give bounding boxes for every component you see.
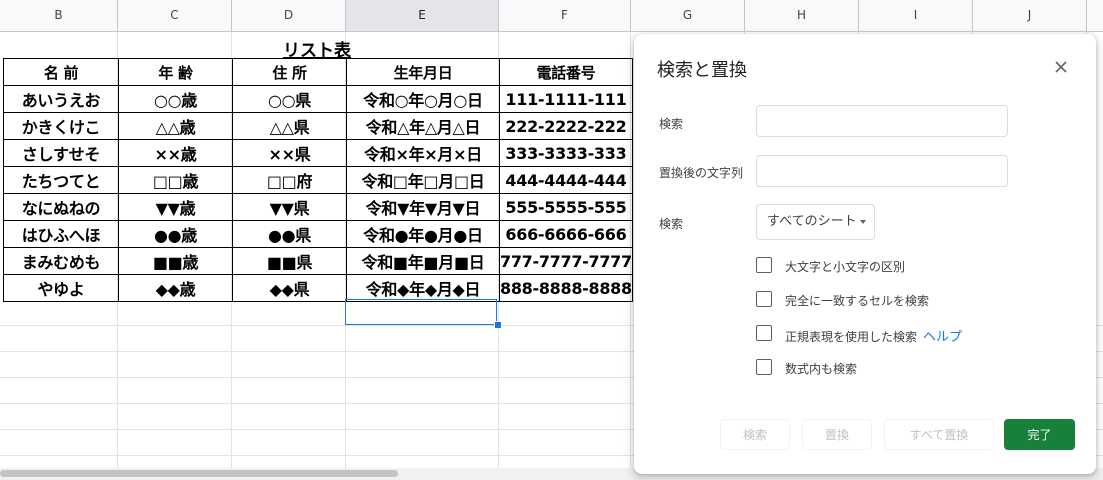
- header-age[interactable]: 年 齢: [118, 58, 233, 86]
- table-cell[interactable]: まみむめも: [3, 247, 119, 275]
- table-row: さしすせそ ××歳 ××県 令和×年×月×日 333-3333-333: [3, 139, 633, 167]
- table-row: やゆよ ◆◆歳 ◆◆県 令和◆年◆月◆日 888-8888-8888: [3, 274, 633, 302]
- match-case-checkbox[interactable]: [756, 257, 772, 273]
- table-cell[interactable]: 555-5555-555: [499, 193, 633, 221]
- scope-select[interactable]: すべてのシート: [756, 204, 875, 240]
- table-cell[interactable]: なにぬねの: [3, 193, 119, 221]
- active-cell-selection[interactable]: [345, 299, 497, 325]
- table-cell[interactable]: □□歳: [118, 166, 233, 194]
- table-cell[interactable]: 令和□年□月□日: [346, 166, 500, 194]
- table-cell[interactable]: ▼▼県: [232, 193, 347, 221]
- table-cell[interactable]: □□府: [232, 166, 347, 194]
- column-header-c[interactable]: C: [118, 0, 232, 31]
- table-cell[interactable]: ●●歳: [118, 220, 233, 248]
- table-cell[interactable]: 令和△年△月△日: [346, 112, 500, 140]
- table-row: たちつてと □□歳 □□府 令和□年□月□日 444-4444-444: [3, 166, 633, 194]
- table-cell[interactable]: ●●県: [232, 220, 347, 248]
- match-entire-cell-checkbox[interactable]: [756, 291, 772, 307]
- dialog-title: 検索と置換: [657, 60, 747, 81]
- table-cell[interactable]: ××県: [232, 139, 347, 167]
- scope-select-value: すべてのシート: [767, 214, 857, 229]
- replace-input[interactable]: [756, 155, 1008, 187]
- table-cell[interactable]: 令和▼年▼月▼日: [346, 193, 500, 221]
- table-cell[interactable]: △△県: [232, 112, 347, 140]
- column-header-g[interactable]: G: [631, 0, 745, 31]
- table-cell[interactable]: 令和■年■月■日: [346, 247, 500, 275]
- table-cell[interactable]: はひふへほ: [3, 220, 119, 248]
- column-header-bar: B C D E F G H I J: [0, 0, 1103, 32]
- column-header-j[interactable]: J: [973, 0, 1087, 31]
- replace-all-button[interactable]: すべて置換: [884, 419, 994, 450]
- help-link[interactable]: ヘルプ: [923, 330, 962, 345]
- regex-label: 正規表現を使用した検索 ヘルプ: [785, 326, 962, 345]
- column-header-h[interactable]: H: [745, 0, 859, 31]
- column-header-i[interactable]: I: [859, 0, 973, 31]
- scrollbar-thumb[interactable]: [0, 470, 398, 477]
- column-header-f[interactable]: F: [499, 0, 631, 31]
- search-formulas-label: 数式内も検索: [785, 362, 858, 376]
- header-address[interactable]: 住 所: [232, 58, 347, 86]
- replace-button[interactable]: 置換: [802, 419, 872, 450]
- scope-label: 検索: [659, 217, 684, 231]
- table-cell[interactable]: 444-4444-444: [499, 166, 633, 194]
- data-table: 名 前 年 齢 住 所 生年月日 電話番号 あいうえお ○○歳 ○○県 令和○年…: [3, 58, 633, 302]
- table-cell[interactable]: 令和●年●月●日: [346, 220, 500, 248]
- match-entire-cell-label: 完全に一致するセルを検索: [785, 294, 930, 308]
- regex-checkbox[interactable]: [756, 325, 772, 341]
- table-cell[interactable]: ◆◆歳: [118, 274, 233, 302]
- table-cell[interactable]: 666-6666-666: [499, 220, 633, 248]
- column-header-d[interactable]: D: [232, 0, 346, 31]
- table-cell[interactable]: あいうえお: [3, 85, 119, 113]
- done-button[interactable]: 完了: [1004, 419, 1075, 450]
- table-row: なにぬねの ▼▼歳 ▼▼県 令和▼年▼月▼日 555-5555-555: [3, 193, 633, 221]
- dropdown-arrow-icon: [860, 220, 866, 224]
- table-cell[interactable]: ◆◆県: [232, 274, 347, 302]
- find-label: 検索: [659, 117, 684, 131]
- search-formulas-checkbox[interactable]: [756, 359, 772, 375]
- table-row: かきくけこ △△歳 △△県 令和△年△月△日 222-2222-222: [3, 112, 633, 140]
- replace-label: 置換後の文字列: [659, 166, 744, 180]
- table-cell[interactable]: △△歳: [118, 112, 233, 140]
- table-cell[interactable]: ○○県: [232, 85, 347, 113]
- table-cell[interactable]: 令和×年×月×日: [346, 139, 500, 167]
- find-button[interactable]: 検索: [720, 419, 790, 450]
- table-cell[interactable]: 令和◆年◆月◆日: [346, 274, 500, 302]
- table-row: まみむめも ■■歳 ■■県 令和■年■月■日 777-7777-7777: [3, 247, 633, 275]
- table-cell[interactable]: 222-2222-222: [499, 112, 633, 140]
- close-icon[interactable]: [1050, 56, 1072, 78]
- table-cell[interactable]: ××歳: [118, 139, 233, 167]
- table-row: あいうえお ○○歳 ○○県 令和○年○月○日 111-1111-111: [3, 85, 633, 113]
- table-row: はひふへほ ●●歳 ●●県 令和●年●月●日 666-6666-666: [3, 220, 633, 248]
- regex-label-text: 正規表現を使用した検索: [785, 330, 918, 344]
- match-case-label: 大文字と小文字の区別: [785, 260, 906, 274]
- column-header-b[interactable]: B: [0, 0, 118, 31]
- table-header-row: 名 前 年 齢 住 所 生年月日 電話番号: [3, 58, 633, 86]
- header-name[interactable]: 名 前: [3, 58, 119, 86]
- find-input[interactable]: [756, 105, 1008, 137]
- table-cell[interactable]: 111-1111-111: [499, 85, 633, 113]
- table-cell[interactable]: ■■県: [232, 247, 347, 275]
- table-cell[interactable]: 888-8888-8888: [499, 274, 633, 302]
- table-cell[interactable]: たちつてと: [3, 166, 119, 194]
- table-cell[interactable]: かきくけこ: [3, 112, 119, 140]
- table-cell[interactable]: ▼▼歳: [118, 193, 233, 221]
- table-cell[interactable]: やゆよ: [3, 274, 119, 302]
- table-cell[interactable]: 777-7777-7777: [499, 247, 633, 275]
- header-birthdate[interactable]: 生年月日: [346, 58, 500, 86]
- column-header-e[interactable]: E: [346, 0, 499, 31]
- table-cell[interactable]: ○○歳: [118, 85, 233, 113]
- table-cell[interactable]: さしすせそ: [3, 139, 119, 167]
- table-cell[interactable]: ■■歳: [118, 247, 233, 275]
- table-cell[interactable]: 令和○年○月○日: [346, 85, 500, 113]
- header-phone[interactable]: 電話番号: [499, 58, 633, 86]
- fill-handle[interactable]: [494, 321, 502, 329]
- find-replace-dialog: 検索と置換 検索 置換後の文字列 検索 すべてのシート 大文字と小文字の区別 完…: [634, 34, 1096, 474]
- table-cell[interactable]: 333-3333-333: [499, 139, 633, 167]
